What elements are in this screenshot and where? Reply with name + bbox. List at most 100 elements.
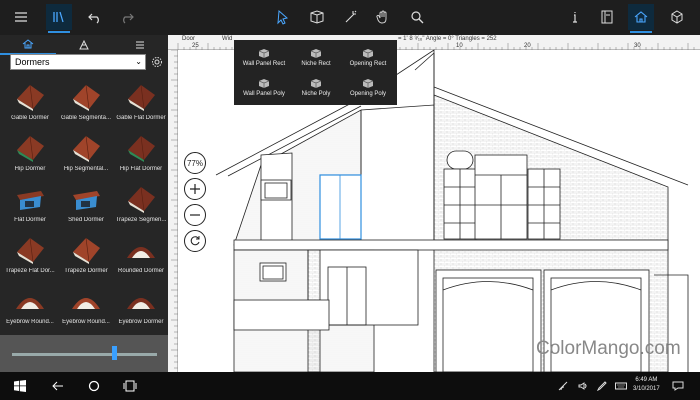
dormer-thumbnail-icon bbox=[73, 84, 100, 111]
dormer-thumbnail-icon bbox=[17, 135, 44, 162]
select-cursor-icon[interactable] bbox=[270, 4, 296, 30]
wall-panel-icon bbox=[362, 79, 374, 88]
network-icon[interactable] bbox=[558, 381, 568, 393]
hamburger-icon[interactable] bbox=[8, 4, 34, 30]
dormer-item-label: Eyebrow Round... bbox=[6, 319, 54, 325]
pan-hand-icon[interactable] bbox=[370, 4, 396, 30]
menu-item-opening-poly[interactable]: Opening Poly bbox=[340, 74, 396, 102]
dormer-item-label: Gable Segmenta... bbox=[60, 115, 112, 121]
3d-view-icon[interactable] bbox=[304, 4, 330, 30]
search-icon[interactable] bbox=[404, 4, 430, 30]
dormer-item-label: Hip Segmental... bbox=[63, 166, 109, 172]
category-dropdown[interactable]: Dormers ⌄ bbox=[10, 54, 146, 70]
dormer-thumbnail-icon bbox=[73, 135, 100, 162]
dormer-tab[interactable] bbox=[0, 35, 56, 55]
size-slider-track[interactable] bbox=[12, 353, 157, 356]
dormer-item-label: Shed Dormer bbox=[68, 217, 104, 223]
dormer-item-eyebrow-2[interactable]: Eyebrow Round... bbox=[59, 282, 113, 332]
clock-date: 3/10/2017 bbox=[633, 386, 660, 392]
wall-panel-icon bbox=[310, 79, 322, 88]
zoom-level[interactable]: 77% bbox=[184, 152, 206, 174]
dormer-item-eyebrow-3[interactable]: Eyebrow Dormer bbox=[114, 282, 168, 332]
wall-panel-icon bbox=[310, 49, 322, 58]
menu-item-label: Wall Panel Rect bbox=[242, 61, 286, 67]
redo-icon[interactable] bbox=[114, 4, 140, 30]
pen-icon[interactable] bbox=[596, 381, 607, 393]
dormer-item-hip[interactable]: Hip Dormer bbox=[3, 129, 57, 179]
dormer-item-gable[interactable]: Gable Dormer bbox=[3, 78, 57, 128]
windows-taskbar: 6:49 AM 3/10/2017 bbox=[0, 372, 700, 400]
dormer-thumbnail-icon bbox=[128, 84, 155, 111]
menu-item-wall-panel-rect[interactable]: Wall Panel Rect bbox=[236, 44, 292, 72]
top-toolbar bbox=[0, 0, 700, 35]
rotate-button[interactable] bbox=[184, 230, 206, 252]
cube-icon[interactable] bbox=[664, 4, 690, 30]
size-slider-thumb[interactable] bbox=[111, 346, 117, 360]
magic-select-icon[interactable] bbox=[338, 4, 364, 30]
dormer-thumbnail-icon bbox=[128, 186, 155, 213]
dormer-item-gable-flat[interactable]: Gable Flat Dormer bbox=[114, 78, 168, 128]
task-view-icon[interactable] bbox=[122, 378, 138, 394]
size-slider-panel bbox=[0, 335, 168, 372]
menu-item-wall-panel-poly[interactable]: Wall Panel Poly bbox=[236, 74, 292, 102]
dormer-item-eyebrow-1[interactable]: Eyebrow Round... bbox=[3, 282, 57, 332]
menu-item-label: Niche Rect bbox=[301, 61, 331, 67]
wall-panel-icon bbox=[258, 79, 270, 88]
dormer-item-gable-seg[interactable]: Gable Segmenta... bbox=[59, 78, 113, 128]
dormer-item-trapeze[interactable]: Trapeze Dormer bbox=[59, 231, 113, 281]
notifications-icon[interactable] bbox=[672, 381, 684, 393]
windows-start-icon[interactable] bbox=[12, 378, 28, 394]
dormer-item-label: Gable Flat Dormer bbox=[116, 115, 166, 121]
dormer-item-trapeze-flat[interactable]: Trapeze Flat Dor... bbox=[3, 231, 57, 281]
dormer-thumbnail-icon bbox=[73, 237, 100, 264]
info-icon[interactable] bbox=[562, 4, 588, 30]
menu-item-label: Wall Panel Poly bbox=[243, 91, 285, 97]
system-clock[interactable]: 6:49 AM 3/10/2017 bbox=[633, 376, 660, 394]
menu-item-niche-rect[interactable]: Niche Rect bbox=[288, 44, 344, 72]
dormer-item-rounded[interactable]: Rounded Dormer bbox=[114, 231, 168, 281]
dormer-item-hip-seg[interactable]: Hip Segmental... bbox=[59, 129, 113, 179]
dormer-thumbnail-icon bbox=[72, 298, 100, 309]
keyboard-icon[interactable] bbox=[615, 381, 627, 393]
undo-icon[interactable] bbox=[82, 4, 108, 30]
menu-item-opening-rect[interactable]: Opening Rect bbox=[340, 44, 396, 72]
dormer-thumbnail-icon bbox=[16, 298, 44, 309]
dormer-item-trapeze-seg[interactable]: Trapeze Segmen... bbox=[114, 180, 168, 230]
zoom-in-button[interactable] bbox=[184, 178, 206, 200]
back-arrow-icon[interactable] bbox=[50, 378, 66, 394]
home-circle-icon[interactable] bbox=[86, 378, 102, 394]
dormer-item-label: Trapeze Dormer bbox=[64, 268, 108, 274]
menu-item-label: Opening Rect bbox=[349, 61, 387, 67]
menu-item-label: Opening Poly bbox=[349, 91, 387, 97]
zoom-out-button[interactable] bbox=[184, 204, 206, 226]
library-icon[interactable] bbox=[46, 4, 72, 33]
dormer-item-label: Eyebrow Dormer bbox=[118, 319, 164, 325]
dormer-item-flat[interactable]: Flat Dormer bbox=[3, 180, 57, 230]
dormer-thumbnail-icon bbox=[127, 247, 155, 258]
wall-panel-icon bbox=[258, 49, 270, 58]
notes-icon[interactable] bbox=[594, 4, 620, 30]
texture-tab[interactable] bbox=[56, 35, 112, 55]
zoom-level-value: 77% bbox=[186, 158, 203, 168]
dormer-item-hip-flat[interactable]: Hip Flat Dormer bbox=[114, 129, 168, 179]
sidebar-tabs bbox=[0, 35, 168, 55]
dormer-item-label: Hip Dormer bbox=[14, 166, 46, 172]
dormer-item-label: Trapeze Segmen... bbox=[115, 217, 167, 223]
dormer-thumbnail-icon bbox=[17, 237, 44, 264]
gear-icon[interactable] bbox=[150, 54, 164, 70]
dormer-item-label: Gable Dormer bbox=[11, 115, 49, 121]
list-tab[interactable] bbox=[112, 35, 168, 55]
dormer-thumbnail-icon bbox=[73, 191, 100, 210]
dormer-item-label: Trapeze Flat Dor... bbox=[5, 268, 55, 274]
house-icon[interactable] bbox=[628, 4, 654, 33]
dormer-item-shed[interactable]: Shed Dormer bbox=[59, 180, 113, 230]
dormer-item-label: Rounded Dormer bbox=[117, 268, 165, 274]
dormer-thumbnail-icon bbox=[127, 298, 155, 309]
chevron-down-icon: ⌄ bbox=[135, 57, 142, 66]
category-value: Dormers bbox=[15, 57, 50, 67]
library-sidebar: Dormers ⌄ Gable Dormer Gable Segmenta... G… bbox=[0, 35, 168, 372]
volume-icon[interactable] bbox=[578, 381, 588, 393]
menu-item-label: Niche Poly bbox=[301, 91, 331, 97]
menu-item-niche-poly[interactable]: Niche Poly bbox=[288, 74, 344, 102]
watermark: ColorMango.com bbox=[536, 338, 681, 359]
